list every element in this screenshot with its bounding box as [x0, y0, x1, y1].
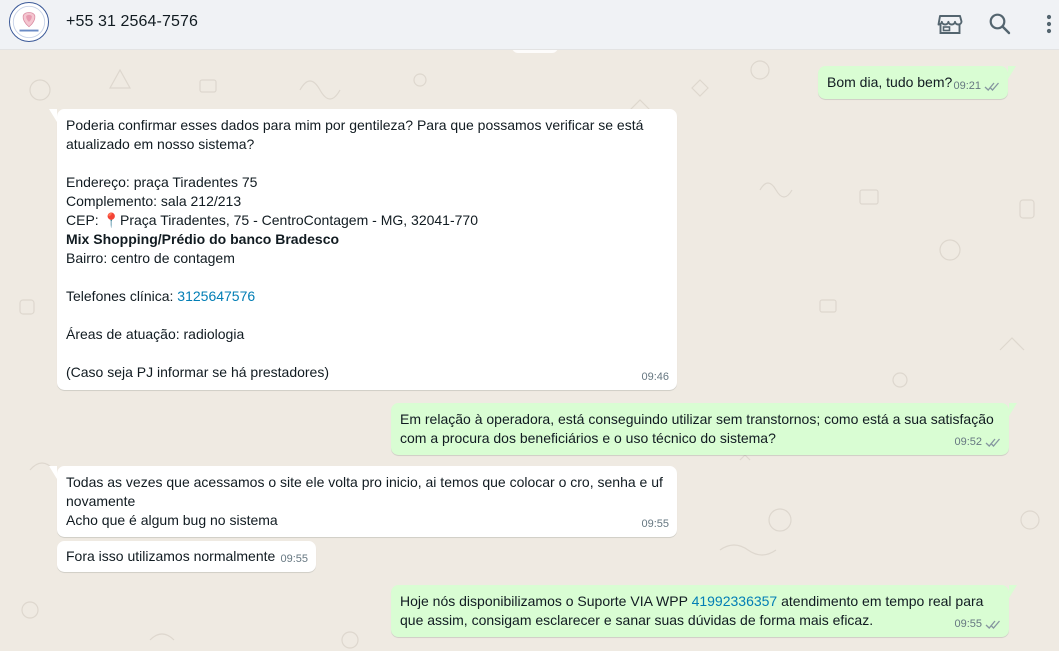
message-line: Complemento: sala 212/213	[66, 193, 242, 209]
message-line-cep: CEP: 📍Praça Tiradentes, 75 - CentroConta…	[66, 211, 668, 230]
message-meta: 09:52	[954, 433, 1001, 452]
message-text-part: atendimento em tempo real para	[777, 593, 984, 609]
message-time: 09:55	[280, 553, 308, 565]
phone-link[interactable]: 3125647576	[177, 288, 255, 304]
message-line: novamente	[66, 493, 136, 509]
message-text-part: Hoje nós disponibilizamos o Suporte VIA …	[400, 593, 692, 609]
pin-icon: 📍	[102, 212, 121, 228]
message-time: 09:21	[953, 80, 981, 92]
message-line: Endereço: praça Tiradentes 75	[66, 174, 258, 190]
cep-label: CEP:	[66, 212, 103, 228]
message-meta: 09:55	[641, 515, 669, 534]
contact-name[interactable]: +55 31 2564-7576	[66, 13, 198, 31]
message-meta: 09:46	[641, 368, 669, 387]
message-text: Fora isso utilizamos normalmente	[66, 548, 276, 564]
cep-value: Praça Tiradentes, 75 - CentroContagem - …	[120, 212, 478, 228]
message-line: Poderia confirmar esses dados para mim p…	[66, 117, 644, 133]
chat-header: +55 31 2564-7576	[0, 0, 1059, 50]
menu-icon[interactable]	[1037, 11, 1057, 37]
message-line: que assim, consigam esclarecer e sanar s…	[400, 612, 874, 628]
store-icon[interactable]	[937, 11, 963, 37]
phone-link[interactable]: 41992336357	[692, 593, 778, 609]
message-outgoing[interactable]: Em relação à operadora, está conseguindo…	[391, 403, 1017, 455]
message-outgoing[interactable]: Hoje nós disponibilizamos o Suporte VIA …	[391, 585, 1017, 637]
message-line: Áreas de atuação: radiologia	[66, 326, 245, 342]
message-meta: 09:21	[953, 77, 1000, 96]
message-incoming[interactable]: Todas as vezes que acessamos o site ele …	[49, 466, 677, 537]
message-line: Bairro: centro de contagem	[66, 250, 235, 266]
message-line-phone: Telefones clínica: 3125647576	[66, 287, 668, 306]
message-line: Em relação à operadora, está conseguindo…	[400, 411, 994, 427]
read-receipt-icon	[984, 81, 1000, 92]
message-line: com a procura dos beneficiários e o uso …	[400, 430, 776, 446]
avatar[interactable]	[9, 2, 49, 42]
message-line: Todas as vezes que acessamos o site ele …	[66, 474, 663, 490]
message-line: atualizado em nosso sistema?	[66, 136, 255, 152]
message-incoming[interactable]: Poderia confirmar esses dados para mim p…	[49, 109, 677, 390]
message-time: 09:55	[954, 618, 982, 630]
message-time: 09:52	[954, 436, 982, 448]
message-list[interactable]: Bom dia, tudo bem? 09:21 Poderia confirm…	[0, 50, 1059, 651]
message-line: Acho que é algum bug no sistema	[66, 512, 278, 528]
message-meta: 09:55	[280, 550, 308, 569]
phone-label: Telefones clínica:	[66, 288, 178, 304]
message-time: 09:46	[641, 371, 669, 383]
message-line-bold: Mix Shopping/Prédio do banco Bradesco	[66, 231, 340, 247]
message-line: (Caso seja PJ informar se há prestadores…	[66, 364, 329, 380]
search-icon[interactable]	[987, 11, 1013, 37]
message-outgoing[interactable]: Bom dia, tudo bem? 09:21	[818, 66, 1016, 99]
message-meta: 09:55	[954, 615, 1001, 634]
message-line: Hoje nós disponibilizamos o Suporte VIA …	[400, 592, 1000, 611]
message-time: 09:55	[641, 518, 669, 530]
logo-icon	[10, 3, 48, 41]
message-incoming[interactable]: Fora isso utilizamos normalmente 09:55	[57, 541, 316, 572]
read-receipt-icon	[985, 619, 1001, 630]
read-receipt-icon	[985, 437, 1001, 448]
previous-message-edge	[512, 50, 558, 53]
